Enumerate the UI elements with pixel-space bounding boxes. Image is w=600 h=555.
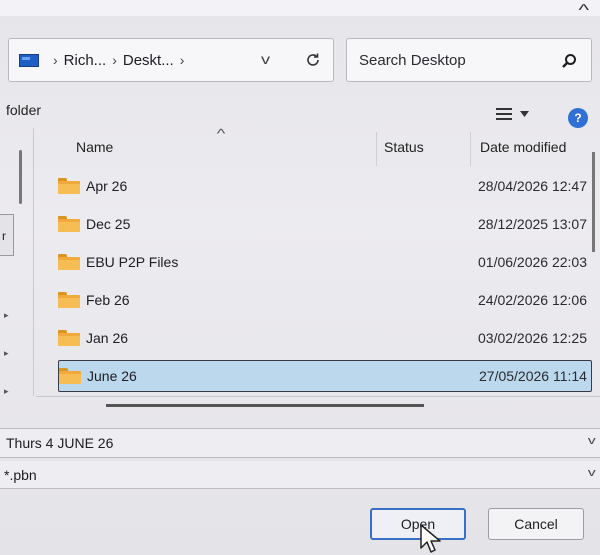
help-icon[interactable]: ? — [568, 108, 588, 128]
folder-icon — [58, 292, 80, 308]
chevron-down-icon[interactable]: v — [587, 435, 595, 447]
file-date-modified: 24/02/2026 12:06 — [478, 292, 587, 308]
computer-icon — [19, 53, 39, 67]
refresh-icon[interactable] — [299, 47, 327, 73]
horizontal-scrollbar[interactable] — [106, 404, 424, 407]
nav-item[interactable]: r — [0, 214, 14, 256]
file-name-value[interactable]: Thurs 4 JUNE 26 — [6, 435, 113, 451]
list-view-icon — [496, 108, 512, 120]
file-row-selected[interactable]: June 26 27/05/2026 11:14 — [58, 360, 592, 392]
folder-icon — [59, 368, 81, 384]
vertical-scrollbar[interactable] — [592, 152, 595, 252]
file-row[interactable]: Apr 26 28/04/2026 12:47 — [58, 170, 592, 202]
file-name-field[interactable]: Thurs 4 JUNE 26 v — [0, 428, 600, 458]
search-input[interactable] — [359, 51, 539, 69]
nav-scrollbar[interactable] — [19, 150, 22, 204]
dialog-top-edge: ^ — [0, 0, 600, 19]
chevron-down-icon[interactable]: v — [261, 51, 270, 67]
file-name: Jan 26 — [86, 330, 129, 346]
file-date-modified: 27/05/2026 11:14 — [479, 368, 587, 384]
chevron-down-icon[interactable]: v — [587, 467, 595, 479]
column-divider[interactable] — [376, 132, 377, 166]
breadcrumb-separator: › — [112, 52, 117, 68]
file-date-modified: 28/12/2025 13:07 — [478, 216, 587, 232]
expand-arrow-icon[interactable]: ▸ — [4, 310, 9, 321]
file-date-modified: 01/06/2026 22:03 — [478, 254, 587, 270]
file-row[interactable]: EBU P2P Files 01/06/2026 22:03 — [58, 246, 592, 278]
navigation-pane[interactable]: ▸ ▸ ▸ — [0, 128, 34, 396]
divider — [36, 396, 600, 397]
file-row[interactable]: Feb 26 24/02/2026 12:06 — [58, 284, 592, 316]
expand-arrow-icon[interactable]: ▸ — [4, 348, 9, 359]
file-row[interactable]: Dec 25 28/12/2025 13:07 — [58, 208, 592, 240]
file-name: Dec 25 — [86, 216, 131, 232]
file-name: Apr 26 — [86, 178, 128, 194]
folder-icon — [58, 254, 80, 270]
file-name: Feb 26 — [86, 292, 130, 308]
file-name: EBU P2P Files — [86, 254, 179, 270]
file-date-modified: 28/04/2026 12:47 — [478, 178, 587, 194]
breadcrumb-separator[interactable]: › — [180, 52, 185, 68]
expand-arrow-icon[interactable]: ▸ — [4, 386, 9, 397]
column-header-status[interactable]: Status — [384, 128, 424, 166]
address-bar[interactable]: › Rich... › Deskt... › v — [8, 38, 334, 82]
folder-icon — [58, 330, 80, 346]
file-name: June 26 — [87, 368, 137, 384]
breadcrumb-item-user[interactable]: Rich... — [64, 52, 107, 69]
folder-icon — [58, 178, 80, 194]
column-header-name[interactable]: Name — [76, 128, 113, 166]
file-row[interactable]: Jan 26 03/02/2026 12:25 — [58, 322, 592, 354]
file-type-select[interactable]: *.pbn v — [0, 461, 600, 489]
mouse-cursor-icon — [420, 524, 441, 553]
column-header-date-modified[interactable]: Date modified — [480, 128, 566, 166]
breadcrumb-separator: › — [53, 52, 58, 68]
cancel-button[interactable]: Cancel — [488, 508, 584, 540]
breadcrumb-item-desktop[interactable]: Deskt... — [123, 52, 174, 69]
file-open-dialog: ^ › Rich... › Deskt... › v folder ? ▸ ▸ … — [0, 0, 600, 555]
search-box[interactable] — [346, 38, 592, 82]
view-options-button[interactable] — [496, 108, 529, 120]
file-type-value[interactable]: *.pbn — [4, 467, 37, 483]
file-list[interactable]: Name ^ Status Date modified Apr 26 28/04… — [36, 126, 600, 407]
search-icon[interactable] — [559, 51, 579, 71]
new-folder-button[interactable]: folder — [6, 102, 41, 118]
file-date-modified: 03/02/2026 12:25 — [478, 330, 587, 346]
folder-icon — [58, 216, 80, 232]
sort-up-icon: ^ — [216, 126, 226, 141]
chevron-up-icon[interactable]: ^ — [579, 2, 590, 20]
column-divider[interactable] — [470, 132, 471, 166]
caret-down-icon — [520, 111, 529, 117]
